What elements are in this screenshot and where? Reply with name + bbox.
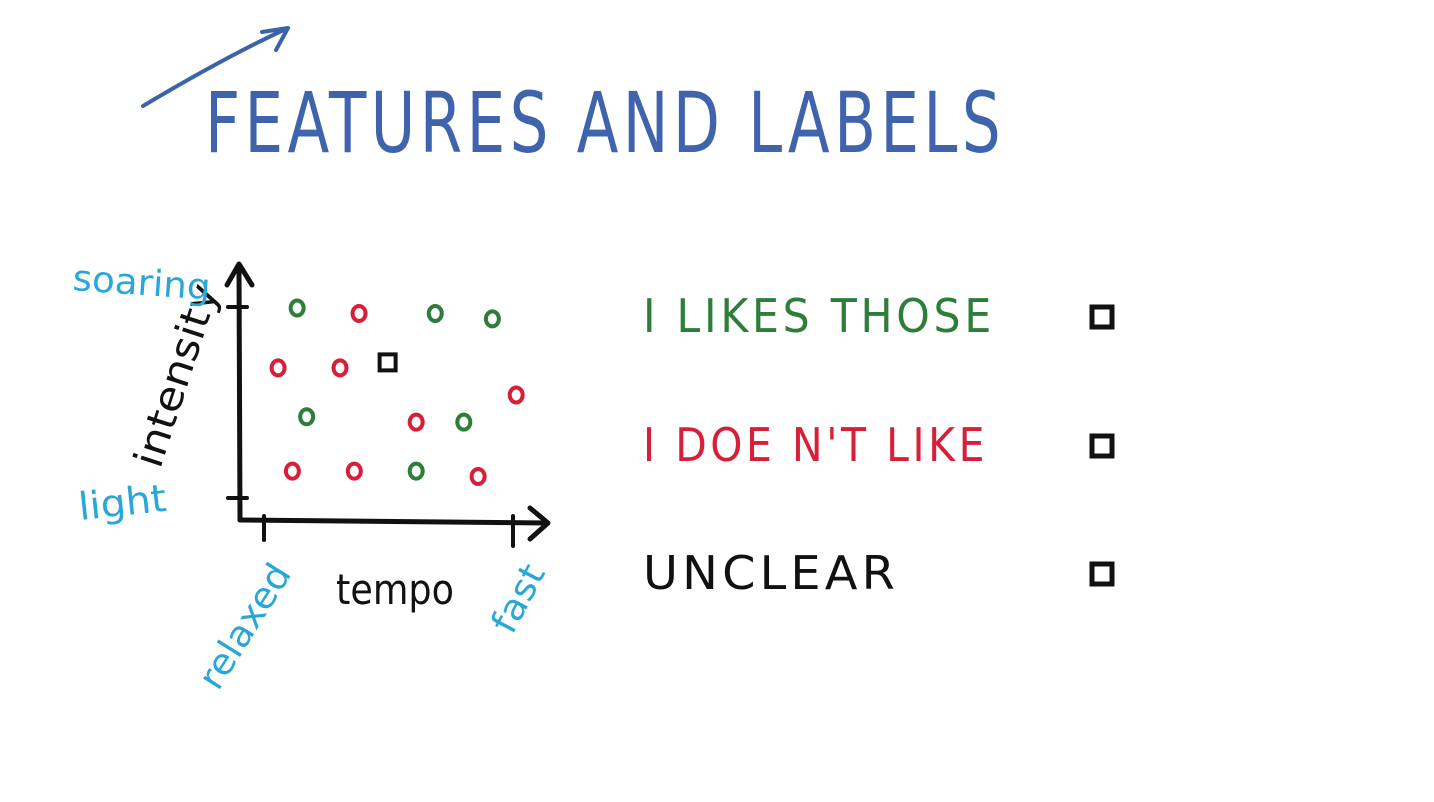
y-axis-label: intensity <box>126 278 228 473</box>
page-title: FEATURES AND LABELS <box>205 74 1005 172</box>
data-point-like <box>455 412 473 432</box>
data-point-like <box>298 407 316 427</box>
scatter-plot: intensity tempo soaring light relaxed fa… <box>71 258 553 697</box>
legend-label-1: I LIKES THOSE <box>643 289 995 343</box>
data-point-like <box>288 298 306 318</box>
legend-marker-1 <box>1089 304 1115 330</box>
data-points <box>269 298 525 487</box>
legend-marker-2 <box>1089 433 1115 459</box>
data-point-like <box>483 309 501 329</box>
y-axis <box>224 261 255 523</box>
data-point-dislike <box>331 358 349 378</box>
data-point-dislike <box>345 461 363 481</box>
legend-label-2: I DOE N'T LIKE <box>643 418 988 472</box>
data-point-dislike <box>283 461 301 481</box>
y-tick-label-bottom: light <box>76 476 168 529</box>
data-point-like <box>407 461 425 481</box>
x-axis-label: tempo <box>336 565 454 614</box>
x-tick-label-left: relaxed <box>191 556 300 696</box>
y-tick-label-top: soaring <box>71 258 212 309</box>
data-point-dislike <box>350 303 368 323</box>
x-axis <box>237 505 551 542</box>
data-point-dislike <box>407 412 425 432</box>
data-point-dislike <box>269 358 287 378</box>
legend: I LIKES THOSE I DOE N'T LIKE UNCLEAR <box>643 289 1115 600</box>
legend-label-3: UNCLEAR <box>643 546 899 600</box>
data-point-unclear <box>377 352 398 373</box>
data-point-like <box>426 303 444 323</box>
whiteboard-canvas: FEATURES AND LABELS intensity tempo soar… <box>71 26 1115 697</box>
x-tick-label-right: fast <box>484 557 554 640</box>
data-point-dislike <box>507 385 525 405</box>
legend-marker-3 <box>1089 561 1115 587</box>
data-point-dislike <box>469 467 487 487</box>
